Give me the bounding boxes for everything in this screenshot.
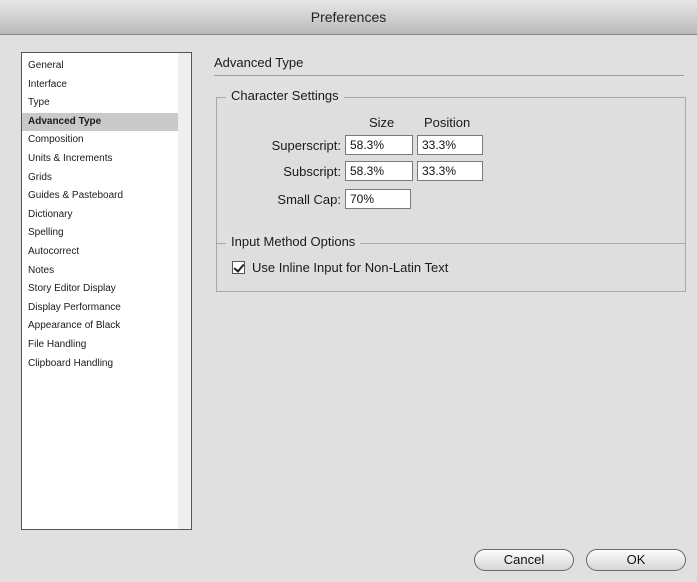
small-cap-label: Small Cap: bbox=[277, 192, 341, 207]
subscript-size-field[interactable]: 58.3% bbox=[345, 161, 413, 181]
sidebar-item-guides-pasteboard[interactable]: Guides & Pasteboard bbox=[22, 187, 179, 206]
inline-input-label[interactable]: Use Inline Input for Non-Latin Text bbox=[252, 260, 448, 275]
subscript-label: Subscript: bbox=[283, 164, 341, 179]
ok-button[interactable]: OK bbox=[586, 549, 686, 571]
subscript-position-field[interactable]: 33.3% bbox=[417, 161, 483, 181]
size-column-header: Size bbox=[369, 115, 395, 130]
sidebar-item-spelling[interactable]: Spelling bbox=[22, 224, 179, 243]
sidebar-item-units-increments[interactable]: Units & Increments bbox=[22, 150, 179, 169]
superscript-size-field[interactable]: 58.3% bbox=[345, 135, 413, 155]
sidebar-item-notes[interactable]: Notes bbox=[22, 262, 179, 281]
panel-divider bbox=[214, 75, 684, 76]
sidebar-item-dictionary[interactable]: Dictionary bbox=[22, 206, 179, 225]
category-list[interactable]: General Interface Type Advanced Type Com… bbox=[21, 52, 180, 530]
sidebar-item-composition[interactable]: Composition bbox=[22, 131, 179, 150]
sidebar-item-advanced-type[interactable]: Advanced Type bbox=[22, 112, 179, 132]
sidebar-item-type[interactable]: Type bbox=[22, 94, 179, 113]
inline-input-checkbox[interactable] bbox=[232, 261, 245, 274]
sidebar-item-general[interactable]: General bbox=[22, 57, 179, 76]
sidebar-item-story-editor-display[interactable]: Story Editor Display bbox=[22, 280, 179, 299]
input-method-title: Input Method Options bbox=[226, 234, 361, 249]
cancel-button[interactable]: Cancel bbox=[474, 549, 574, 571]
sidebar-item-grids[interactable]: Grids bbox=[22, 169, 179, 188]
position-column-header: Position bbox=[424, 115, 471, 130]
sidebar-item-display-performance[interactable]: Display Performance bbox=[22, 299, 179, 318]
small-cap-size-field[interactable]: 70% bbox=[345, 189, 411, 209]
superscript-position-field[interactable]: 33.3% bbox=[417, 135, 483, 155]
sidebar-scrollbar[interactable] bbox=[178, 52, 192, 530]
sidebar-item-file-handling[interactable]: File Handling bbox=[22, 336, 179, 355]
preferences-dialog: General Interface Type Advanced Type Com… bbox=[0, 35, 697, 582]
panel-title: Advanced Type bbox=[214, 55, 304, 70]
character-settings-title: Character Settings bbox=[226, 88, 344, 103]
superscript-label: Superscript: bbox=[271, 138, 341, 153]
sidebar-item-appearance-of-black[interactable]: Appearance of Black bbox=[22, 317, 179, 336]
window-title: Preferences bbox=[0, 0, 697, 35]
sidebar-item-autocorrect[interactable]: Autocorrect bbox=[22, 243, 179, 262]
sidebar-item-interface[interactable]: Interface bbox=[22, 76, 179, 95]
sidebar-item-clipboard-handling[interactable]: Clipboard Handling bbox=[22, 355, 179, 374]
